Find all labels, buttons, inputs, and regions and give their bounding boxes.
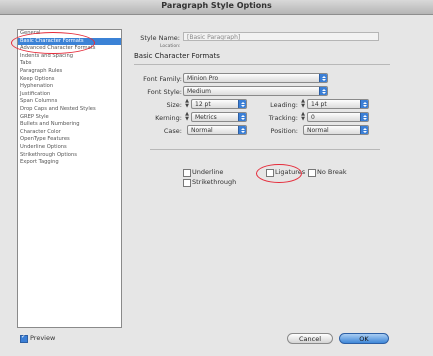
dropdown-arrow-icon <box>238 126 246 134</box>
kerning-value: Metrics <box>195 114 217 121</box>
sidebar-item[interactable]: Paragraph Rules <box>18 68 121 76</box>
kerning-label: Kerning: <box>155 114 182 122</box>
sidebar-item[interactable]: Indents and Spacing <box>18 53 121 61</box>
leading-value: 14 pt <box>311 101 327 108</box>
font-style-value: Medium <box>187 88 211 95</box>
position-label: Position: <box>270 127 299 135</box>
underline-label: Underline <box>192 168 224 176</box>
sidebar-item[interactable]: Drop Caps and Nested Styles <box>18 106 121 114</box>
sidebar-item[interactable]: Hyphenation <box>18 83 121 91</box>
paragraph-style-options-dialog: Paragraph Style Options General Basic Cha… <box>0 0 433 356</box>
sidebar-item[interactable]: Tabs <box>18 60 121 68</box>
leading-combo[interactable]: 14 pt <box>307 99 369 109</box>
sidebar-item[interactable]: Export Tagging <box>18 159 121 167</box>
options-divider <box>150 149 380 150</box>
category-list[interactable]: General Basic Character Formats Advanced C… <box>17 29 122 328</box>
sidebar-item[interactable]: Keep Options <box>18 76 121 84</box>
strikethrough-checkbox[interactable] <box>183 179 191 187</box>
no-break-checkbox[interactable] <box>308 169 316 177</box>
dropdown-arrow-icon <box>238 113 246 121</box>
section-divider <box>134 64 390 65</box>
strikethrough-label: Strikethrough <box>192 178 237 186</box>
sidebar-item[interactable]: Justification <box>18 91 121 99</box>
section-title: Basic Character Formats <box>134 52 220 60</box>
underline-checkbox[interactable] <box>183 169 191 177</box>
case-value: Normal <box>191 127 213 134</box>
kerning-combo[interactable]: Metrics <box>191 112 247 122</box>
size-label: Size: <box>166 101 182 109</box>
no-break-label: No Break <box>317 168 347 176</box>
sidebar-item[interactable]: OpenType Features <box>18 136 121 144</box>
sidebar-item[interactable]: Underline Options <box>18 144 121 152</box>
location-label: Location: <box>160 44 181 49</box>
tracking-value: 0 <box>311 114 315 121</box>
font-family-label: Font Family: <box>143 75 182 83</box>
style-name-label: Style Name: <box>140 34 180 42</box>
sidebar-item[interactable]: Span Columns <box>18 98 121 106</box>
font-family-value: Minion Pro <box>187 75 219 82</box>
ok-button[interactable]: OK <box>339 333 389 344</box>
font-style-label: Font Style: <box>147 88 182 96</box>
tracking-combo[interactable]: 0 <box>307 112 369 122</box>
annotation-circle-sidebar <box>11 32 95 54</box>
sidebar-item[interactable]: GREP Style <box>18 114 121 122</box>
preview-checkbox[interactable] <box>20 333 28 343</box>
dropdown-arrow-icon <box>319 87 327 95</box>
cancel-button[interactable]: Cancel <box>287 333 333 344</box>
preview-label: Preview <box>30 334 56 342</box>
size-value: 12 pt <box>195 101 211 108</box>
dropdown-arrow-icon <box>360 113 368 121</box>
leading-label: Leading: <box>270 101 298 109</box>
leading-stepper-icon[interactable]: ▲ ▼ <box>300 99 306 109</box>
kerning-stepper-icon[interactable]: ▲ ▼ <box>184 112 190 122</box>
tracking-label: Tracking: <box>268 114 298 122</box>
font-family-select[interactable]: Minion Pro <box>183 73 328 83</box>
font-style-select[interactable]: Medium <box>183 86 328 96</box>
window-title: Paragraph Style Options <box>161 1 272 10</box>
position-select[interactable]: Normal <box>303 125 369 135</box>
style-name-field[interactable]: [Basic Paragraph] <box>183 32 379 41</box>
size-combo[interactable]: 12 pt <box>191 99 247 109</box>
dropdown-arrow-icon <box>360 100 368 108</box>
dropdown-arrow-icon <box>238 100 246 108</box>
title-bar[interactable]: Paragraph Style Options <box>0 0 433 15</box>
dropdown-arrow-icon <box>360 126 368 134</box>
case-label: Case: <box>163 127 182 135</box>
size-stepper-icon[interactable]: ▲ ▼ <box>184 99 190 109</box>
dropdown-arrow-icon <box>319 74 327 82</box>
position-value: Normal <box>307 127 329 134</box>
sidebar-item[interactable]: Strikethrough Options <box>18 152 121 160</box>
tracking-stepper-icon[interactable]: ▲ ▼ <box>300 112 306 122</box>
sidebar-item[interactable]: Character Color <box>18 129 121 137</box>
annotation-circle-ligatures <box>256 164 302 183</box>
case-select[interactable]: Normal <box>187 125 247 135</box>
sidebar-item[interactable]: Bullets and Numbering <box>18 121 121 129</box>
